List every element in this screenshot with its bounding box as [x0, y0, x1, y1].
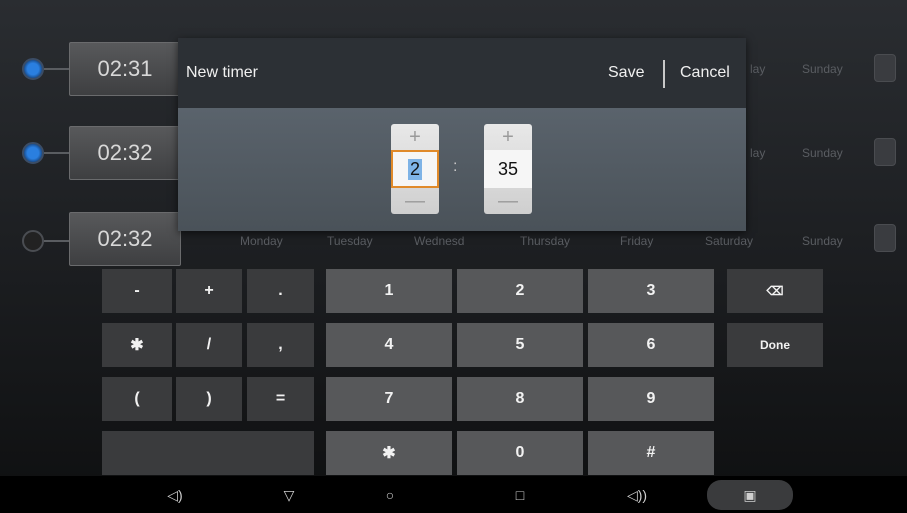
day-label[interactable]: lay: [750, 146, 765, 160]
timer-enabled-radio[interactable]: [22, 142, 44, 164]
day-label-monday[interactable]: Monday: [240, 234, 283, 248]
row-connector: [44, 68, 70, 70]
day-label-wednesday[interactable]: Wednesd: [414, 234, 464, 248]
backspace-icon[interactable]: ⌫: [727, 269, 823, 313]
day-label-tuesday[interactable]: Tuesday: [327, 234, 373, 248]
day-label[interactable]: Sunday: [802, 62, 843, 76]
day-label-friday[interactable]: Friday: [620, 234, 653, 248]
key-0[interactable]: 0: [457, 431, 583, 475]
minute-input[interactable]: 35: [484, 150, 532, 188]
key-star[interactable]: ✱: [326, 431, 452, 475]
home-icon[interactable]: ○: [375, 480, 405, 510]
row-connector: [44, 152, 70, 154]
key-slash[interactable]: /: [176, 323, 242, 367]
recents-icon[interactable]: □: [505, 480, 535, 510]
minute-increment-button[interactable]: +: [484, 124, 532, 150]
day-label[interactable]: lay: [750, 62, 765, 76]
new-timer-dialog: New timer Save Cancel: [178, 38, 746, 231]
key-equals[interactable]: =: [247, 377, 314, 421]
key-asterisk[interactable]: ✱: [102, 323, 172, 367]
key-minus[interactable]: -: [102, 269, 172, 313]
time-separator: :: [453, 158, 458, 175]
day-label-thursday[interactable]: Thursday: [520, 234, 570, 248]
minute-picker: + 35 —: [484, 124, 532, 214]
key-5[interactable]: 5: [457, 323, 583, 367]
hour-picker: + 2 —: [391, 124, 439, 214]
key-1[interactable]: 1: [326, 269, 452, 313]
volume-down-icon[interactable]: ◁): [160, 480, 190, 510]
screenshot-icon[interactable]: ▣: [707, 480, 793, 510]
timer-enabled-radio[interactable]: [22, 230, 44, 252]
done-button[interactable]: Done: [727, 323, 823, 367]
day-label-sunday[interactable]: Sunday: [802, 234, 843, 248]
key-close-paren[interactable]: ): [176, 377, 242, 421]
trash-icon[interactable]: [874, 224, 896, 252]
dialog-title: New timer: [186, 64, 259, 81]
cancel-button[interactable]: Cancel: [680, 64, 730, 82]
timer-time-button[interactable]: 02:31: [69, 42, 181, 96]
key-2[interactable]: 2: [457, 269, 583, 313]
trash-icon[interactable]: [874, 54, 896, 82]
key-4[interactable]: 4: [326, 323, 452, 367]
key-3[interactable]: 3: [588, 269, 714, 313]
key-hash[interactable]: #: [588, 431, 714, 475]
timer-time-button[interactable]: 02:32: [69, 212, 181, 266]
minute-decrement-button[interactable]: —: [484, 188, 532, 214]
hour-input[interactable]: 2: [391, 150, 439, 188]
key-period[interactable]: .: [247, 269, 314, 313]
hour-increment-button[interactable]: +: [391, 124, 439, 150]
timer-enabled-radio[interactable]: [22, 58, 44, 80]
day-label-saturday[interactable]: Saturday: [705, 234, 753, 248]
key-open-paren[interactable]: (: [102, 377, 172, 421]
save-button[interactable]: Save: [608, 64, 644, 82]
key-9[interactable]: 9: [588, 377, 714, 421]
key-space[interactable]: [102, 431, 314, 475]
timer-time-button[interactable]: 02:32: [69, 126, 181, 180]
volume-up-icon[interactable]: ◁)): [620, 480, 654, 510]
key-6[interactable]: 6: [588, 323, 714, 367]
key-plus[interactable]: +: [176, 269, 242, 313]
key-8[interactable]: 8: [457, 377, 583, 421]
key-7[interactable]: 7: [326, 377, 452, 421]
hour-decrement-button[interactable]: —: [391, 188, 439, 214]
dialog-header: New timer Save Cancel: [178, 38, 746, 108]
key-comma[interactable]: ,: [247, 323, 314, 367]
dialog-body: [178, 108, 746, 231]
back-icon[interactable]: ▽: [274, 480, 304, 510]
screen: 02:31 lay Sunday 02:32 lay Sunday 02:32 …: [0, 0, 907, 513]
trash-icon[interactable]: [874, 138, 896, 166]
row-connector: [44, 240, 70, 242]
hour-value: 2: [407, 158, 422, 180]
day-label[interactable]: Sunday: [802, 146, 843, 160]
header-divider: [663, 60, 665, 88]
